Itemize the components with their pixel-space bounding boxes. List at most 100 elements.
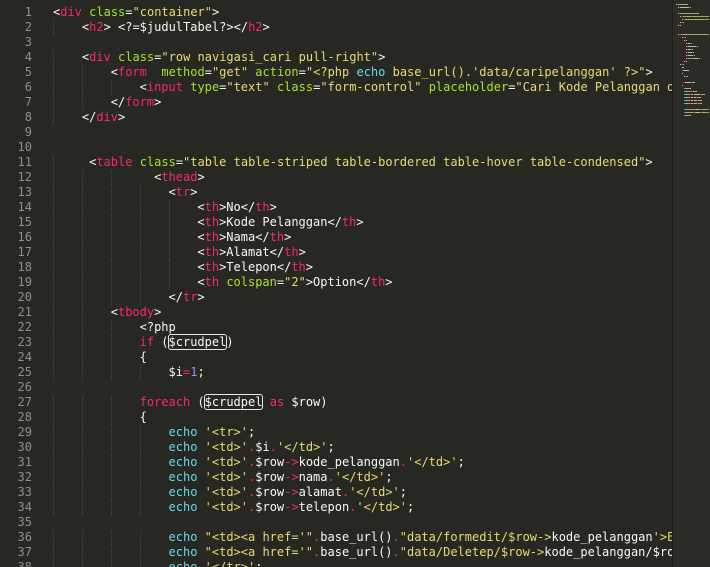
indent-guide (168, 215, 170, 230)
code-line[interactable]: 7 </form> (0, 95, 672, 110)
code-line[interactable]: 33 echo '<td>'.$row->alamat.'</td>'; (0, 485, 672, 500)
code-line[interactable]: 21 <tbody> (0, 305, 672, 320)
minimap-mark (684, 13, 698, 14)
code-token: > (118, 110, 126, 124)
code-token: = (175, 155, 184, 169)
code-token: th (370, 275, 386, 289)
code-token: < (197, 200, 205, 214)
code-line[interactable]: 22 <?php (0, 320, 672, 335)
code-line[interactable]: 1 <div class="container"> (0, 5, 672, 20)
code-token: '</td>' (349, 485, 400, 499)
indent-guide (81, 425, 83, 440)
minimap-mark (699, 58, 700, 59)
code-token: . (399, 455, 407, 469)
minimap-mark (685, 37, 686, 38)
code-line[interactable]: 14 <th>No</th> (0, 200, 672, 215)
code-line[interactable]: 35 (0, 515, 672, 530)
code-line[interactable]: 30 echo '<td>'.$i.'</td>'; (0, 440, 672, 455)
code-line[interactable]: 26 (0, 380, 672, 395)
code-editor[interactable]: 1 <div class="container"> 2 <h2> <?=$judulT… (0, 0, 672, 567)
code-token: > (154, 305, 162, 319)
code-line[interactable]: 15 <th>Kode Pelanggan</th> (0, 215, 672, 230)
code-line[interactable]: 18 <th>Telepon</th> (0, 260, 672, 275)
code-line[interactable]: 36 echo "<td><a href='".base_url()."data/… (0, 530, 672, 545)
minimap[interactable] (672, 0, 710, 567)
code-line[interactable]: 11 <table class="table table-striped tab… (0, 155, 672, 170)
code-token: base_url() (320, 530, 393, 544)
code-line[interactable]: 6 <input type="text" class="form-control"… (0, 80, 672, 95)
indent-guide (53, 560, 54, 567)
indent-guide (168, 230, 170, 245)
indent-guide (53, 485, 54, 500)
indent-guide (110, 215, 112, 230)
indent-guide (53, 275, 54, 290)
indent-guide (81, 245, 83, 260)
line-number: 23 (17, 335, 32, 349)
code-line[interactable]: 10 (0, 140, 672, 155)
code-line[interactable]: 23 if ($crudpel) (0, 334, 672, 350)
minimap-mark (701, 109, 709, 110)
code-line[interactable]: 2 <h2> <?=$judulTabel?></h2> (0, 20, 672, 35)
indent-guide (110, 185, 112, 200)
indent-guide (139, 485, 141, 500)
code-token: -> (284, 470, 299, 484)
code-token: th (204, 200, 220, 214)
code-line[interactable]: 3 (0, 35, 672, 50)
code-token: "text" (226, 80, 270, 94)
code-line[interactable]: 16 <th>Nama</th> (0, 230, 672, 245)
code-token: th (204, 215, 220, 229)
code-line[interactable]: 9 (0, 125, 672, 140)
code-token: = (125, 5, 133, 19)
code-line[interactable]: 12 <thead> (0, 170, 672, 185)
code-line[interactable]: 5 <form method="get" action="<?php echo b… (0, 65, 672, 80)
code-line[interactable]: 13 <tr> (0, 185, 672, 200)
indent-guide (139, 290, 141, 305)
line-number: 19 (17, 275, 32, 289)
code-line[interactable]: 4 <div class="row navigasi_cari pull-righ… (0, 50, 672, 65)
code-line[interactable]: 19 <th colspan="2">Option</th> (0, 275, 672, 290)
minimap-mark (683, 64, 684, 65)
line-number: 6 (24, 80, 32, 94)
code-line[interactable]: 32 echo '<td>'.$row->nama.'</td>'; (0, 470, 672, 485)
code-token: type (190, 80, 220, 94)
code-token: foreach (139, 395, 191, 409)
code-line[interactable]: 29 echo '<tr>'; (0, 425, 672, 440)
code-token: th (204, 245, 220, 259)
code-line[interactable]: 31 echo '<td>'.$row->kode_pelanggan.'</td… (0, 455, 672, 470)
code-token: th (341, 215, 357, 229)
indent-guide (53, 365, 54, 380)
minimap-mark (690, 115, 691, 116)
minimap-mark (685, 34, 709, 35)
code-token: ; (197, 365, 205, 379)
code-line[interactable]: 24 { (0, 350, 672, 365)
minimap-mark (687, 76, 688, 77)
code-token: echo (356, 65, 386, 79)
code-token: th (291, 260, 306, 274)
code-line[interactable]: 20 </tr> (0, 290, 672, 305)
code-line[interactable]: 17 <th>Alamat</th> (0, 245, 672, 260)
indent-guide (110, 80, 112, 95)
indent-guide (53, 440, 54, 455)
indent-guide (53, 65, 54, 80)
code-token: $i (255, 440, 270, 454)
indent-guide (81, 260, 83, 275)
code-line[interactable]: 38 echo '</tr>'; (0, 560, 672, 567)
code-line[interactable]: 34 echo '<td>'.$row->telepon.'</td>'; (0, 500, 672, 515)
minimap-mark (704, 94, 705, 95)
indent-guide (81, 365, 83, 380)
code-token: "form-control" (320, 80, 422, 94)
indent-guide (53, 170, 54, 185)
indent-guide (110, 500, 112, 515)
code-line[interactable]: 37 echo "<td><a href='".base_url()."data/… (0, 545, 672, 560)
code-token: ) (226, 335, 234, 349)
code-line[interactable]: 25 $i=1; (0, 365, 672, 380)
code-line[interactable]: 8 </div> (0, 110, 672, 125)
code-line[interactable]: 28 { (0, 410, 672, 425)
code-token: '<td>' (204, 455, 249, 469)
indent-guide (81, 305, 83, 320)
line-number: 5 (24, 65, 32, 79)
code-line[interactable]: 27 foreach ($crudpel as $row) (0, 394, 672, 410)
code-text: <th>Nama</th> (197, 230, 291, 245)
